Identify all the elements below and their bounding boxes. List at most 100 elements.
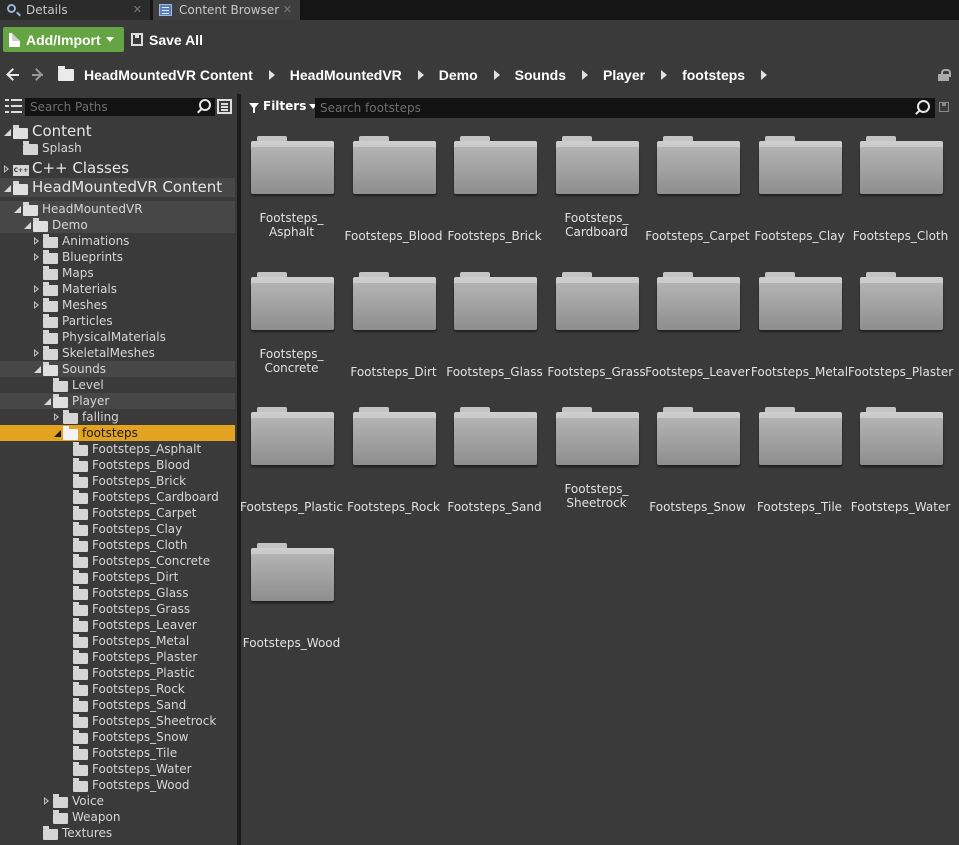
sidebar-item-footsteps-cloth[interactable]: Footsteps_Cloth [0,537,235,553]
breadcrumb-item[interactable]: Sounds [515,67,566,83]
collapsed-arrow-icon[interactable] [34,253,39,261]
collapsed-arrow-icon[interactable] [34,237,39,245]
breadcrumb-separator-icon[interactable] [493,70,500,80]
breadcrumb-item[interactable]: Player [603,67,645,83]
collapsed-arrow-icon[interactable] [4,164,9,173]
sidebar-item-blueprints[interactable]: Blueprints [0,249,235,265]
sidebar-item-materials[interactable]: Materials [0,281,235,297]
sidebar-item-footsteps-concrete[interactable]: Footsteps_Concrete [0,553,235,569]
folder-tile[interactable]: Footsteps_Rock [343,397,444,525]
sidebar-item-footsteps-clay[interactable]: Footsteps_Clay [0,521,235,537]
folder-tile[interactable]: Footsteps_Dirt [343,262,444,390]
sidebar-item-footsteps-asphalt[interactable]: Footsteps_Asphalt [0,441,235,457]
expanded-arrow-icon[interactable] [4,184,11,192]
sidebar-item-footsteps[interactable]: footsteps [0,425,235,441]
expanded-arrow-icon[interactable] [44,398,51,405]
folder-tile[interactable]: Footsteps_Clay [749,126,850,254]
collapsed-arrow-icon[interactable] [34,349,39,357]
folder-tile[interactable]: Footsteps_Brick [444,126,545,254]
sidebar-item-level[interactable]: Level [0,377,235,393]
sidebar-item-footsteps-plaster[interactable]: Footsteps_Plaster [0,649,235,665]
close-icon[interactable]: ✕ [283,3,292,16]
sidebar-item-falling[interactable]: falling [0,409,235,425]
tab-content-browser[interactable]: Content Browser ✕ [153,0,300,20]
sidebar-item-footsteps-blood[interactable]: Footsteps_Blood [0,457,235,473]
tree-view-icon[interactable] [5,99,22,113]
sidebar-item-footsteps-tile[interactable]: Footsteps_Tile [0,745,235,761]
folder-tile[interactable]: Footsteps_Sand [444,397,545,525]
folder-tile[interactable]: Footsteps_Grass [546,262,647,390]
folder-tile[interactable]: Footsteps_Water [850,397,951,525]
sidebar-item-headmountedvr[interactable]: HeadMountedVR [0,201,235,217]
sidebar-item-footsteps-sheetrock[interactable]: Footsteps_Sheetrock [0,713,235,729]
sidebar-item-footsteps-snow[interactable]: Footsteps_Snow [0,729,235,745]
collapsed-arrow-icon[interactable] [54,413,59,421]
lock-icon[interactable] [938,69,951,81]
sidebar-item-footsteps-cardboard[interactable]: Footsteps_Cardboard [0,489,235,505]
folder-tile[interactable]: Footsteps_ Asphalt [241,126,342,254]
expanded-arrow-icon[interactable] [24,222,31,229]
sidebar-item-c-classes[interactable]: C++ C++ Classes [0,159,235,178]
sidebar-item-footsteps-carpet[interactable]: Footsteps_Carpet [0,505,235,521]
breadcrumb-item[interactable]: Demo [439,67,478,83]
folder-tile[interactable]: Footsteps_Blood [343,126,444,254]
sidebar-item-sounds[interactable]: Sounds [0,361,235,377]
folder-tile[interactable]: Footsteps_ Concrete [241,262,342,390]
add-import-button[interactable]: Add/Import [3,27,124,52]
folder-tile[interactable]: Footsteps_Cloth [850,126,951,254]
sidebar-item-meshes[interactable]: Meshes [0,297,235,313]
collapsed-arrow-icon[interactable] [34,301,39,309]
folder-tile[interactable]: Footsteps_Tile [749,397,850,525]
folder-tile[interactable]: Footsteps_Glass [444,262,545,390]
breadcrumb-separator-icon[interactable] [417,70,424,80]
folder-tile[interactable]: Footsteps_Metal [749,262,850,390]
sidebar-item-footsteps-grass[interactable]: Footsteps_Grass [0,601,235,617]
save-search-icon[interactable] [939,102,949,112]
filters-button[interactable]: Filters [249,99,318,113]
sidebar-item-animations[interactable]: Animations [0,233,235,249]
sidebar-item-footsteps-wood[interactable]: Footsteps_Wood [0,777,235,793]
sidebar-item-voice[interactable]: Voice [0,793,235,809]
sidebar-item-skeletalmeshes[interactable]: SkeletalMeshes [0,345,235,361]
folder-tile[interactable]: Footsteps_Plastic [240,397,343,525]
folder-tile[interactable]: Footsteps_Wood [241,533,342,661]
sidebar-item-footsteps-water[interactable]: Footsteps_Water [0,761,235,777]
sidebar-item-footsteps-rock[interactable]: Footsteps_Rock [0,681,235,697]
collapsed-arrow-icon[interactable] [44,797,49,805]
sidebar-item-content[interactable]: Content [0,122,235,141]
breadcrumb-separator-icon[interactable] [761,70,768,80]
sidebar-item-physicalmaterials[interactable]: PhysicalMaterials [0,329,235,345]
breadcrumb-item[interactable]: HeadMountedVR Content [84,67,253,83]
sidebar-item-textures[interactable]: Textures [0,825,235,841]
breadcrumb-separator-icon[interactable] [661,70,668,80]
breadcrumb-item[interactable]: footsteps [682,67,745,83]
save-all-button[interactable]: Save All [131,27,203,52]
folder-tile[interactable]: Footsteps_ Cardboard [546,126,647,254]
collapsed-arrow-icon[interactable] [34,285,39,293]
back-arrow-icon[interactable] [6,68,20,82]
forward-arrow-icon[interactable] [30,68,44,82]
expanded-arrow-icon[interactable] [54,430,61,437]
sidebar-item-particles[interactable]: Particles [0,313,235,329]
folder-tile[interactable]: Footsteps_Snow [647,397,748,525]
sidebar-item-footsteps-glass[interactable]: Footsteps_Glass [0,585,235,601]
sidebar-item-demo[interactable]: Demo [0,217,235,233]
expanded-arrow-icon[interactable] [4,128,11,136]
sidebar-item-footsteps-brick[interactable]: Footsteps_Brick [0,473,235,489]
sidebar-item-footsteps-metal[interactable]: Footsteps_Metal [0,633,235,649]
sidebar-item-maps[interactable]: Maps [0,265,235,281]
expanded-arrow-icon[interactable] [34,366,41,373]
breadcrumb-separator-icon[interactable] [582,70,589,80]
tab-details[interactable]: Details ✕ [0,0,150,20]
sidebar-item-weapon[interactable]: Weapon [0,809,235,825]
collection-view-icon[interactable] [217,99,232,114]
close-icon[interactable]: ✕ [133,3,142,16]
breadcrumb-separator-icon[interactable] [268,70,275,80]
sidebar-item-footsteps-dirt[interactable]: Footsteps_Dirt [0,569,235,585]
expanded-arrow-icon[interactable] [14,206,21,213]
breadcrumb-item[interactable]: HeadMountedVR [290,67,402,83]
search-paths-input[interactable]: Search Paths [25,98,215,116]
sidebar-item-footsteps-leaver[interactable]: Footsteps_Leaver [0,617,235,633]
folder-tile[interactable]: Footsteps_Leaver [645,262,750,390]
folder-tile[interactable]: Footsteps_Plaster [848,262,953,390]
